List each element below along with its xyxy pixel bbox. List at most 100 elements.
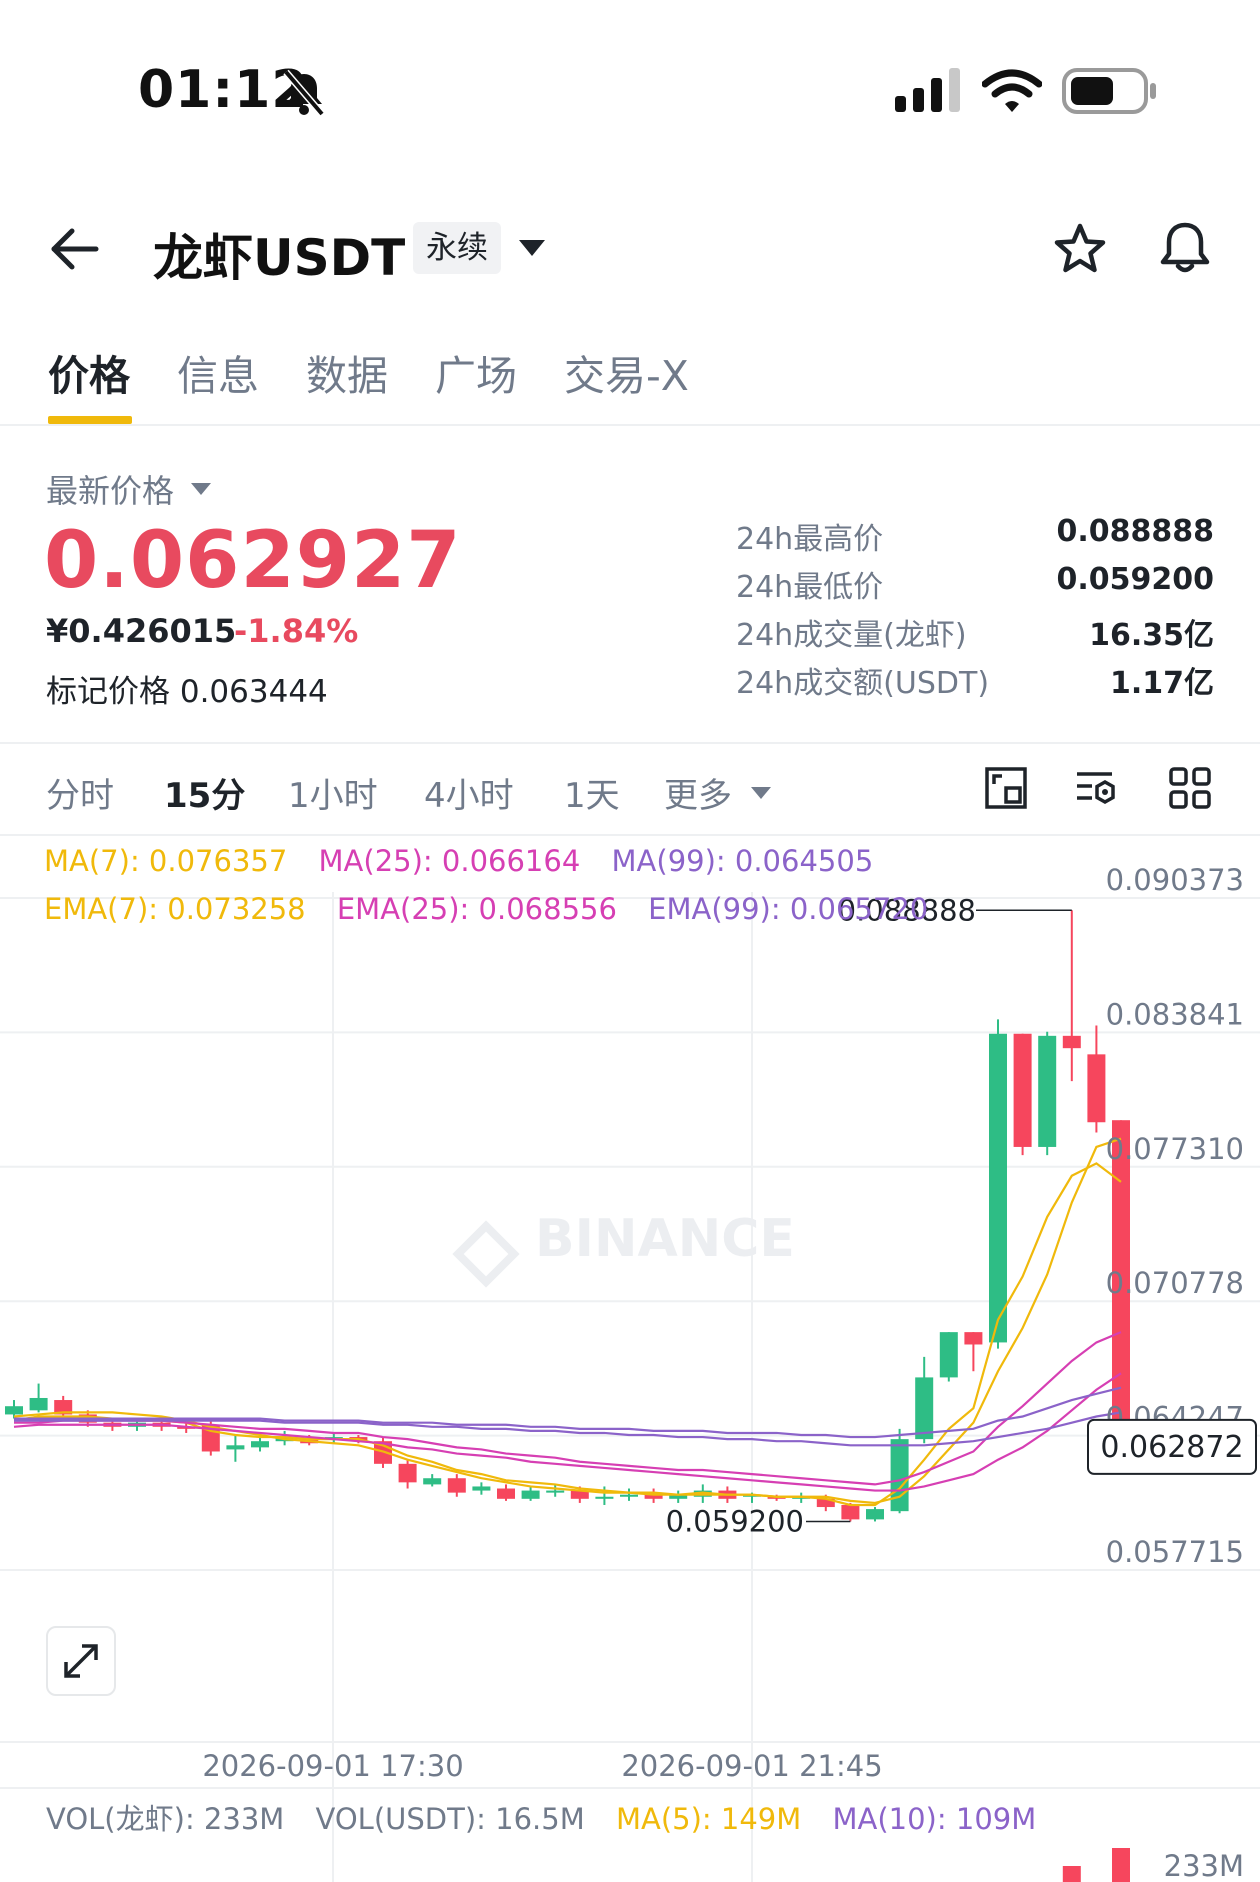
volume-axis-label: 233M: [1164, 1849, 1244, 1882]
time-axis-label: 2026-09-01 17:30: [202, 1749, 463, 1783]
candle-body: [546, 1490, 565, 1493]
price-axis-label: 0.077310: [1106, 1132, 1244, 1166]
candle-body: [226, 1445, 245, 1450]
stat-volume-value: 16.35亿: [1089, 618, 1214, 653]
active-tab-indicator: [48, 416, 132, 424]
candle-body: [497, 1488, 515, 1499]
page-tabs: 价格 信息 数据 广场 交易-X: [0, 330, 1260, 426]
mark-price-value: 0.063444: [179, 674, 328, 710]
tab-price[interactable]: 价格: [48, 342, 130, 402]
candle-body: [29, 1397, 48, 1411]
signal-icon: [895, 68, 960, 112]
current-price-label: 0.062872: [1100, 1430, 1243, 1465]
candlestick-chart[interactable]: BINANCE 0.090373 0.083841 0.077310 0.070778 0…: [0, 836, 1260, 1882]
caret-down-icon[interactable]: [750, 786, 772, 800]
volume-bar: [1112, 1848, 1130, 1882]
fullscreen-icon[interactable]: [984, 766, 1028, 810]
candle-body: [939, 1332, 958, 1378]
candle-body: [447, 1478, 466, 1493]
mark-price-label: 标记价格: [46, 674, 170, 710]
stat-volume-label: 24h成交量(龙虾): [736, 618, 967, 653]
tab-data[interactable]: 数据: [306, 342, 388, 402]
interval-1d[interactable]: 1天: [564, 768, 620, 817]
binance-logo-icon: [452, 1220, 520, 1288]
tab-trade-x[interactable]: 交易-X: [564, 342, 689, 402]
tab-info[interactable]: 信息: [177, 342, 259, 402]
ma25-legend: MA(25): 0.066164: [318, 844, 581, 878]
price-summary: 最新价格 0.062927 ¥0.426015 -1.84% 标记价格 0.06…: [0, 426, 1260, 744]
vol-coin-legend: VOL(龙虾): 233M: [46, 1802, 285, 1836]
interval-more[interactable]: 更多: [664, 768, 732, 817]
wifi-icon: [982, 69, 1042, 112]
ema25-legend: EMA(25): 0.068556: [336, 892, 617, 926]
bell-icon[interactable]: [1158, 220, 1212, 276]
pair-title[interactable]: 龙虾USDT: [153, 218, 405, 290]
volume-legend: VOL(龙虾): 233M VOL(USDT): 16.5M MA(5): 14…: [46, 1796, 1058, 1838]
candle-body: [251, 1441, 269, 1448]
interval-15m[interactable]: 15分: [164, 768, 245, 817]
ema99-legend: EMA(99): 0.065720: [648, 892, 929, 926]
cny-price: ¥0.426015: [46, 612, 237, 650]
ma7-legend: MA(7): 0.076357: [44, 844, 288, 878]
candle-body: [964, 1332, 983, 1345]
silent-bell-icon: [283, 69, 325, 117]
price-axis-label: 0.083841: [1106, 997, 1244, 1031]
candle-body: [989, 1033, 1007, 1343]
stat-low-value: 0.059200: [1056, 562, 1214, 597]
stat-high-label: 24h最高价: [736, 522, 884, 557]
back-arrow-icon[interactable]: [48, 222, 102, 276]
price-axis-label: 0.057715: [1106, 1535, 1244, 1569]
expand-icon: [64, 1644, 98, 1678]
stat-high-value: 0.088888: [1056, 514, 1214, 549]
vol-usdt-legend: VOL(USDT): 16.5M: [315, 1802, 585, 1836]
candle-body: [5, 1406, 23, 1415]
vol-ma5-legend: MA(5): 149M: [615, 1802, 802, 1836]
status-bar: 01:12: [0, 0, 1260, 180]
candle-body: [915, 1377, 934, 1440]
candle-body: [841, 1504, 860, 1520]
candle-body: [595, 1496, 614, 1499]
volume-bar: [1062, 1866, 1081, 1882]
stat-turnover-label: 24h成交额(USDT): [736, 666, 990, 701]
latest-price-label[interactable]: 最新价格: [46, 466, 174, 512]
candle-body: [398, 1463, 417, 1483]
ema-legend: EMA(7): 0.073258 EMA(25): 0.068556 EMA(9…: [44, 892, 950, 926]
time-axis-label: 2026-09-01 21:45: [621, 1749, 882, 1783]
grid-layout-icon[interactable]: [1168, 766, 1212, 810]
low-price-label: 0.059200: [666, 1504, 804, 1538]
candle-body: [521, 1490, 540, 1499]
ma-legend: MA(7): 0.076357 MA(25): 0.066164 MA(99):…: [44, 844, 895, 878]
interval-bar: 分时 15分 1小时 4小时 1天 更多: [0, 744, 1260, 836]
stat-turnover-value: 1.17亿: [1109, 666, 1214, 701]
caret-down-icon[interactable]: [190, 482, 212, 496]
ema7-legend: EMA(7): 0.073258: [44, 892, 306, 926]
price-axis-label: 0.070778: [1106, 1266, 1244, 1300]
dropdown-icon[interactable]: [517, 238, 547, 258]
ma-line: [14, 1386, 1122, 1439]
stat-low-label: 24h最低价: [736, 570, 884, 605]
indicator-settings-icon[interactable]: [1074, 766, 1118, 810]
tab-square[interactable]: 广场: [435, 342, 517, 402]
battery-icon: [1062, 68, 1156, 114]
ma99-legend: MA(99): 0.064505: [611, 844, 874, 878]
interval-timeline[interactable]: 分时: [46, 768, 114, 817]
candle-body: [866, 1509, 884, 1520]
candle-body: [620, 1494, 638, 1497]
interval-4h[interactable]: 4小时: [424, 768, 514, 817]
expand-chart-button[interactable]: [46, 1626, 116, 1696]
mark-price-row: 标记价格 0.063444: [46, 666, 328, 711]
watermark-text: BINANCE: [535, 1209, 795, 1269]
candle-body: [1038, 1035, 1057, 1147]
change-percent: -1.84%: [234, 612, 359, 650]
star-icon[interactable]: [1053, 222, 1107, 276]
price-axis-label: 0.090373: [1106, 863, 1244, 897]
candle-body: [423, 1478, 442, 1485]
candle-body: [1087, 1054, 1106, 1123]
candle-body: [890, 1439, 909, 1512]
last-price: 0.062927: [44, 516, 462, 606]
candle-body: [1013, 1033, 1032, 1147]
interval-1h[interactable]: 1小时: [288, 768, 378, 817]
kline-chart[interactable]: BINANCE 0.090373 0.083841 0.077310 0.070778 0…: [0, 836, 1260, 1882]
ma-line: [13, 1137, 1122, 1505]
candle-body: [472, 1486, 491, 1491]
